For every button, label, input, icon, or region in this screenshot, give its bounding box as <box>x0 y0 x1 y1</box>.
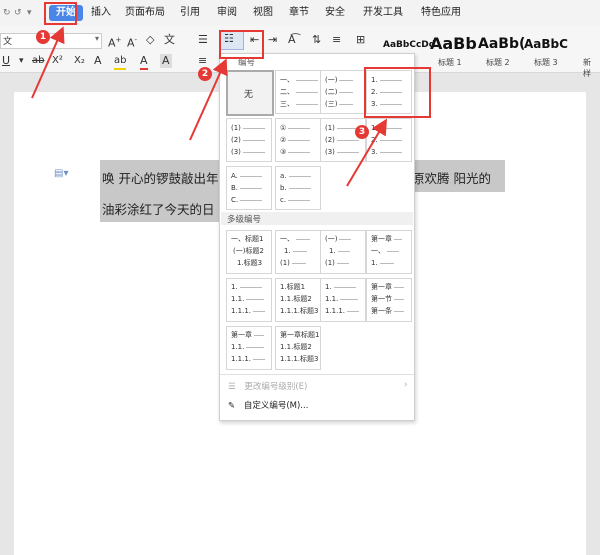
arrow-2 <box>189 58 228 141</box>
arrow-3 <box>346 118 388 187</box>
annotation-arrows <box>31 26 388 187</box>
arrow-1 <box>31 26 65 99</box>
